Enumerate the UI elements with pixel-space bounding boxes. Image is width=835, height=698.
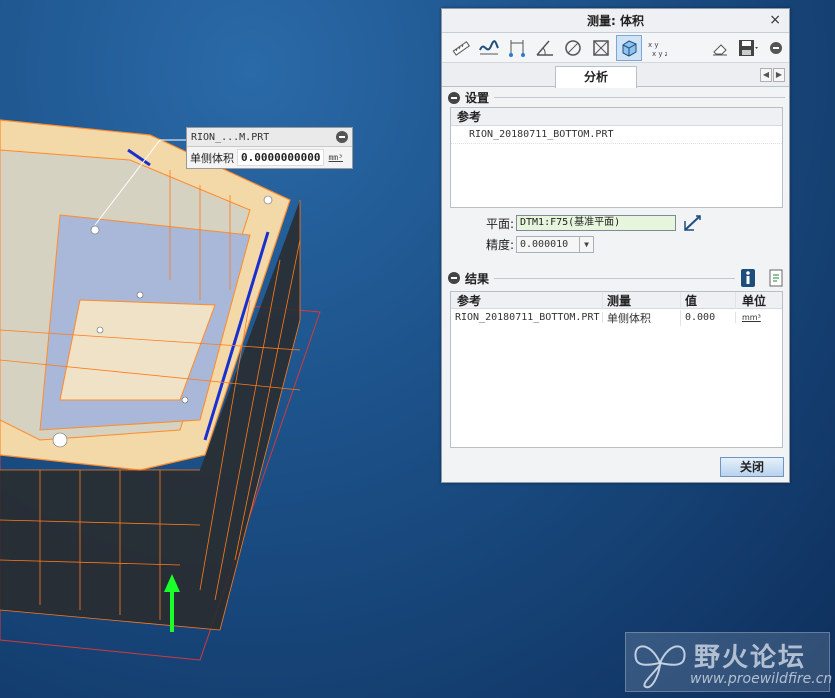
precision-label: 精度:: [485, 238, 514, 252]
export-icon[interactable]: [767, 269, 785, 287]
close-icon[interactable]: ×: [769, 12, 781, 28]
results-section-header[interactable]: 结果: [448, 269, 785, 287]
results-heading: 结果: [465, 271, 490, 286]
save-icon[interactable]: [735, 35, 761, 61]
forum-watermark: 野火论坛 www.proewildfire.cn: [625, 632, 833, 692]
result-value: 0.000: [681, 312, 736, 323]
butterfly-logo-icon: [634, 645, 686, 689]
measure-volume-dialog: 测量: 体积 × x yx y z 分析 ◀ ▶ 设置 参考 RION_2018…: [441, 8, 790, 483]
tabs-bar: 分析 ◀ ▶: [442, 63, 789, 88]
watermark-url: www.proewildfire.cn: [690, 671, 833, 687]
callout-body: 单侧体积 0.0000000000 mm³: [187, 147, 352, 168]
tab-right-icon[interactable]: ▶: [773, 68, 785, 82]
reference-header: 参考: [451, 108, 782, 126]
angle-icon[interactable]: [532, 35, 558, 61]
collapse-icon[interactable]: [763, 35, 789, 61]
results-header-row: 参考 测量 值 单位: [451, 291, 782, 309]
watermark-text: 野火论坛: [694, 643, 807, 673]
dialog-title: 测量: 体积: [587, 14, 644, 28]
callout-header: RION_...M.PRT: [187, 128, 352, 147]
precision-row: 精度: 0.000010 ▼: [478, 236, 594, 253]
tab-analysis[interactable]: 分析: [555, 66, 637, 88]
callout-label: 单侧体积: [190, 151, 234, 165]
collapse-icon[interactable]: [448, 91, 460, 104]
svg-text:x y: x y: [648, 41, 659, 49]
chevron-down-icon: ▼: [579, 237, 593, 252]
volume-icon[interactable]: [616, 34, 642, 61]
reference-list[interactable]: 参考 RION_20180711_BOTTOM.PRT: [450, 107, 783, 208]
plane-field[interactable]: DTM1:F75(基准平面): [516, 215, 676, 231]
info-icon[interactable]: [740, 269, 756, 287]
measure-callout[interactable]: RION_...M.PRT 单侧体积 0.0000000000 mm³: [186, 127, 353, 169]
diameter-icon[interactable]: [560, 35, 586, 61]
precision-select[interactable]: 0.000010 ▼: [516, 236, 594, 253]
precision-value: 0.000010: [520, 239, 569, 250]
tab-left-icon[interactable]: ◀: [760, 68, 772, 82]
callout-title: RION_...M.PRT: [191, 131, 270, 143]
svg-text:x y z: x y z: [652, 50, 667, 58]
table-row[interactable]: RION_20180711_BOTTOM.PRT 单侧体积 0.000 mm³: [451, 309, 782, 326]
result-unit: mm³: [742, 313, 761, 322]
curve-length-icon[interactable]: [476, 35, 502, 61]
results-table[interactable]: 参考 测量 值 单位 RION_20180711_BOTTOM.PRT 单侧体积…: [450, 291, 783, 448]
length-icon[interactable]: [448, 35, 474, 61]
plane-row: 平面: DTM1:F75(基准平面): [478, 213, 704, 233]
settings-heading: 设置: [465, 91, 490, 105]
column-header[interactable]: 测量: [603, 291, 681, 309]
plane-label: 平面:: [485, 216, 514, 231]
tab-scroll: ◀ ▶: [760, 68, 785, 82]
callout-unit: mm³: [328, 153, 343, 162]
measure-toolbar: x yx y z: [442, 33, 789, 63]
column-header[interactable]: 值: [681, 291, 736, 309]
callout-value: 0.0000000000: [237, 149, 325, 166]
flip-direction-icon[interactable]: [682, 213, 704, 233]
close-button[interactable]: 关闭: [720, 457, 784, 477]
collapse-icon[interactable]: [336, 131, 348, 143]
dialog-titlebar[interactable]: 测量: 体积 ×: [442, 9, 789, 33]
column-header[interactable]: 单位: [736, 292, 782, 309]
settings-section-header[interactable]: 设置: [448, 89, 785, 106]
distance-icon[interactable]: [504, 35, 530, 61]
collapse-icon[interactable]: [448, 272, 460, 284]
reference-item[interactable]: RION_20180711_BOTTOM.PRT: [451, 126, 782, 144]
eraser-icon[interactable]: [707, 35, 733, 61]
column-header[interactable]: 参考: [451, 291, 603, 309]
area-icon[interactable]: [588, 35, 614, 61]
result-ref: RION_20180711_BOTTOM.PRT: [451, 312, 603, 323]
transform-icon[interactable]: x yx y z: [644, 35, 670, 61]
result-measure: 单侧体积: [603, 309, 681, 326]
